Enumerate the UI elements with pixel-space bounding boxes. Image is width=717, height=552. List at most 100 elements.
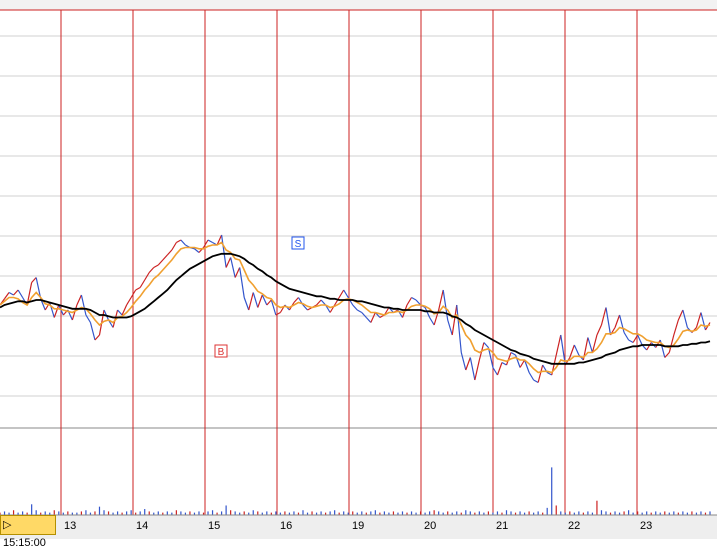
price-segment	[239, 267, 245, 298]
volume-bar	[189, 511, 191, 515]
volume-bar	[220, 511, 223, 515]
price-segment	[492, 367, 498, 376]
price-segment	[596, 324, 603, 336]
price-segment	[623, 332, 630, 341]
buy-marker-label: B	[218, 347, 225, 358]
price-segment	[316, 299, 322, 306]
price-segment	[618, 314, 625, 333]
price-segment	[148, 267, 155, 273]
volume-bar	[664, 511, 666, 515]
volume-bar	[438, 511, 440, 515]
price-segment	[411, 296, 417, 301]
volume-bar	[234, 511, 236, 515]
price-segment	[673, 319, 679, 336]
long-moving-average-line	[0, 252, 711, 365]
price-segment	[171, 242, 177, 251]
price-segment	[555, 334, 562, 356]
volume-bar	[126, 511, 128, 515]
volume-bar	[614, 511, 616, 515]
price-segment	[456, 304, 462, 353]
volume-bar	[157, 511, 159, 515]
price-segment	[682, 309, 688, 328]
volume-bar	[510, 511, 512, 515]
price-segment	[343, 289, 349, 298]
price-segment	[266, 299, 272, 306]
volume-bar	[546, 507, 548, 515]
volume-bar	[80, 511, 83, 515]
price-segment	[668, 334, 675, 353]
volume-bar	[252, 510, 254, 515]
price-segment	[166, 249, 173, 256]
volume-bar	[207, 511, 209, 515]
volume-bar	[600, 510, 603, 515]
price-segment	[117, 309, 123, 316]
price-segment	[17, 289, 24, 298]
volume-bar	[478, 511, 480, 515]
price-segment	[451, 304, 458, 336]
volume-bar	[655, 511, 657, 515]
x-tick-label: 22	[568, 520, 581, 532]
volume-bar	[587, 511, 589, 515]
volume-bar	[103, 510, 105, 515]
volume-bar	[370, 511, 372, 515]
crosshair-time-label: ▷ 15:15:00	[0, 515, 56, 549]
price-segment	[76, 294, 82, 306]
volume-bar	[709, 511, 711, 515]
price-segment	[207, 239, 213, 244]
price-segment	[248, 292, 254, 311]
price-segment	[460, 352, 467, 371]
volume-bar	[392, 511, 395, 515]
volume-bar	[673, 511, 675, 515]
volume-bar	[148, 511, 150, 515]
volume-bar	[116, 511, 119, 515]
price-segment	[655, 339, 661, 348]
volume-bar	[555, 505, 557, 515]
volume-bar	[469, 511, 471, 515]
volume-bar	[429, 511, 431, 515]
volume-bar	[528, 511, 530, 515]
volume-bar	[410, 511, 413, 515]
price-segment	[356, 309, 363, 314]
volume-bar	[578, 511, 580, 515]
x-tick-label: 21	[496, 520, 509, 532]
volume-bar	[67, 511, 69, 515]
price-segment	[153, 264, 159, 269]
volume-bar	[691, 511, 693, 515]
price-chart[interactable]: SB	[0, 0, 717, 539]
volume-bar	[31, 504, 33, 515]
toolbar-strip	[0, 0, 717, 10]
x-tick-label: 14	[136, 520, 149, 532]
volume-bar	[623, 511, 625, 515]
volume-bar	[560, 511, 562, 515]
price-segment	[80, 294, 87, 316]
volume-bar	[505, 510, 508, 515]
price-segment	[700, 312, 707, 331]
chart-window: SB ▷ 15:15:00 13 14 15 16 19 20 21 22 23	[0, 0, 717, 549]
volume-bar	[334, 510, 336, 515]
price-segment	[677, 309, 684, 321]
price-segment	[220, 234, 227, 268]
volume-bar	[139, 511, 141, 515]
volume-bar	[180, 511, 182, 515]
price-segment	[243, 297, 250, 311]
price-segment	[447, 319, 453, 336]
volume-bar	[284, 511, 286, 515]
volume-bar	[166, 511, 168, 515]
volume-bar	[198, 511, 200, 515]
volume-bar	[447, 511, 449, 515]
volume-bar	[537, 511, 539, 515]
volume-bar	[243, 511, 245, 515]
price-segment	[94, 334, 100, 341]
volume-bar	[175, 510, 177, 515]
volume-bar	[627, 510, 630, 515]
price-segment	[162, 254, 168, 261]
volume-bar	[374, 510, 376, 515]
volume-bar	[130, 510, 132, 515]
volume-bar	[320, 511, 322, 515]
price-segment	[31, 277, 37, 283]
volume-bar	[487, 511, 490, 515]
price-segment	[496, 362, 503, 376]
price-segment	[628, 339, 634, 344]
price-segment	[429, 317, 435, 326]
price-segment	[89, 322, 96, 341]
